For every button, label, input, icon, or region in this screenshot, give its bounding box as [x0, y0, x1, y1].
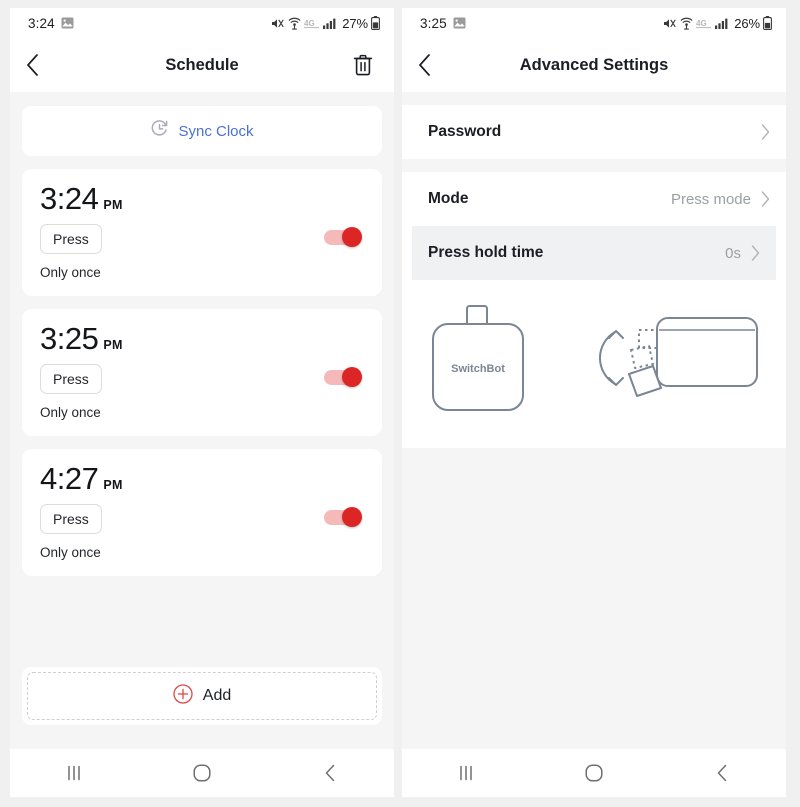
schedule-time: 3:25 PM	[40, 323, 364, 354]
phone-screen-advanced-settings: 3:25 4G 26% Advanced Settings Password M…	[402, 8, 786, 797]
settings-row-label: Press hold time	[428, 244, 544, 261]
settings-group-password: Password	[402, 105, 786, 159]
schedule-card[interactable]: 4:27 PM Press Only once	[22, 449, 382, 576]
back-icon	[325, 764, 335, 782]
screenshot-page: 3:24 4G 27% Schedule Sync Clock 3:24 PM …	[0, 0, 800, 807]
status-time: 3:25	[420, 15, 447, 31]
add-schedule-button[interactable]: Add	[22, 667, 382, 725]
android-nav-bar	[10, 749, 394, 797]
status-bar: 3:24 4G 27%	[10, 8, 394, 38]
home-button[interactable]	[564, 753, 624, 793]
schedule-enable-toggle[interactable]	[324, 227, 362, 247]
settings-row-value: Press mode	[670, 190, 751, 208]
home-button[interactable]	[172, 753, 232, 793]
page-title: Schedule	[165, 55, 239, 74]
schedule-time-value: 4:27	[40, 461, 99, 496]
photo-icon	[61, 17, 74, 29]
battery-percent-label: 26%	[734, 15, 760, 31]
schedule-card[interactable]: 3:24 PM Press Only once	[22, 169, 382, 296]
plus-circle-icon	[173, 683, 193, 709]
status-time: 3:24	[28, 15, 55, 31]
chevron-right-icon	[751, 245, 760, 261]
back-nav-button[interactable]	[692, 753, 752, 793]
signal-icon	[323, 17, 337, 29]
chevron-right-icon	[761, 124, 770, 140]
device-label: SwitchBot	[451, 363, 505, 375]
battery-percent-label: 27%	[342, 15, 368, 31]
recents-icon	[68, 765, 80, 781]
schedule-time: 3:24 PM	[40, 183, 364, 214]
mute-icon	[663, 17, 677, 30]
sync-clock-button[interactable]: Sync Clock	[22, 106, 382, 156]
add-button-inner: Add	[27, 672, 377, 720]
clock-refresh-icon	[150, 119, 169, 143]
title-bar: Advanced Settings	[402, 38, 786, 92]
title-bar: Schedule	[10, 38, 394, 92]
back-button[interactable]	[418, 48, 452, 82]
schedule-content: Sync Clock 3:24 PM Press Only once 3:25	[10, 92, 394, 749]
schedule-card[interactable]: 3:25 PM Press Only once	[22, 309, 382, 436]
settings-row-mode[interactable]: Mode Press mode	[402, 172, 786, 226]
mute-icon	[271, 17, 285, 30]
svg-text:4G: 4G	[696, 19, 707, 28]
toggle-knob	[342, 367, 362, 387]
chevron-right-icon	[761, 191, 770, 207]
schedule-time-ampm: PM	[103, 478, 123, 492]
4g-icon: 4G	[696, 18, 712, 29]
back-nav-button[interactable]	[300, 753, 360, 793]
switchbot-device-front-icon: SwitchBot	[432, 305, 524, 411]
settings-row-password[interactable]: Password	[402, 105, 786, 159]
settings-row-label: Mode	[428, 190, 469, 207]
phone-screen-schedule: 3:24 4G 27% Schedule Sync Clock 3:24 PM …	[10, 8, 394, 797]
back-icon	[717, 764, 727, 782]
trash-icon	[353, 54, 373, 76]
4g-icon: 4G	[304, 18, 320, 29]
settings-group-mode: Mode Press mode Press hold time 0s Switc…	[402, 172, 786, 448]
home-icon	[193, 764, 211, 782]
toggle-knob	[342, 227, 362, 247]
schedule-action-button[interactable]: Press	[40, 224, 102, 254]
settings-content: Password Mode Press mode Press hold time…	[402, 92, 786, 749]
hotspot-icon	[288, 17, 301, 30]
settings-row-label: Password	[428, 123, 502, 140]
add-button-label: Add	[202, 687, 232, 704]
svg-text:4G: 4G	[304, 19, 315, 28]
status-bar-left: 3:25	[420, 16, 466, 31]
settings-row-press-hold-time[interactable]: Press hold time 0s	[412, 226, 776, 280]
schedule-repeat-label: Only once	[40, 265, 101, 280]
status-bar-right: 4G 27%	[271, 16, 380, 31]
schedule-time-value: 3:24	[40, 181, 99, 216]
battery-icon	[763, 16, 772, 30]
schedule-time-ampm: PM	[103, 338, 123, 352]
schedule-enable-toggle[interactable]	[324, 507, 362, 527]
schedule-action-button[interactable]: Press	[40, 364, 102, 394]
schedule-time-ampm: PM	[103, 198, 123, 212]
press-mode-illustration: SwitchBot	[402, 280, 786, 448]
delete-button[interactable]	[348, 50, 378, 80]
settings-row-value: 0s	[725, 244, 741, 262]
switchbot-press-action-icon	[598, 317, 758, 397]
sync-clock-label: Sync Clock	[178, 122, 254, 140]
recents-button[interactable]	[44, 753, 104, 793]
schedule-repeat-label: Only once	[40, 545, 101, 560]
schedule-time-value: 3:25	[40, 321, 99, 356]
hotspot-icon	[680, 17, 693, 30]
signal-icon	[715, 17, 729, 29]
toggle-knob	[342, 507, 362, 527]
battery-icon	[371, 16, 380, 30]
status-bar: 3:25 4G 26%	[402, 8, 786, 38]
back-button[interactable]	[26, 48, 60, 82]
recents-icon	[460, 765, 472, 781]
schedule-time: 4:27 PM	[40, 463, 364, 494]
home-icon	[585, 764, 603, 782]
recents-button[interactable]	[436, 753, 496, 793]
schedule-enable-toggle[interactable]	[324, 367, 362, 387]
photo-icon	[453, 17, 466, 29]
android-nav-bar	[402, 749, 786, 797]
schedule-action-button[interactable]: Press	[40, 504, 102, 534]
status-bar-right: 4G 26%	[663, 16, 772, 31]
status-bar-left: 3:24	[28, 16, 74, 31]
schedule-repeat-label: Only once	[40, 405, 101, 420]
page-title: Advanced Settings	[519, 55, 669, 74]
